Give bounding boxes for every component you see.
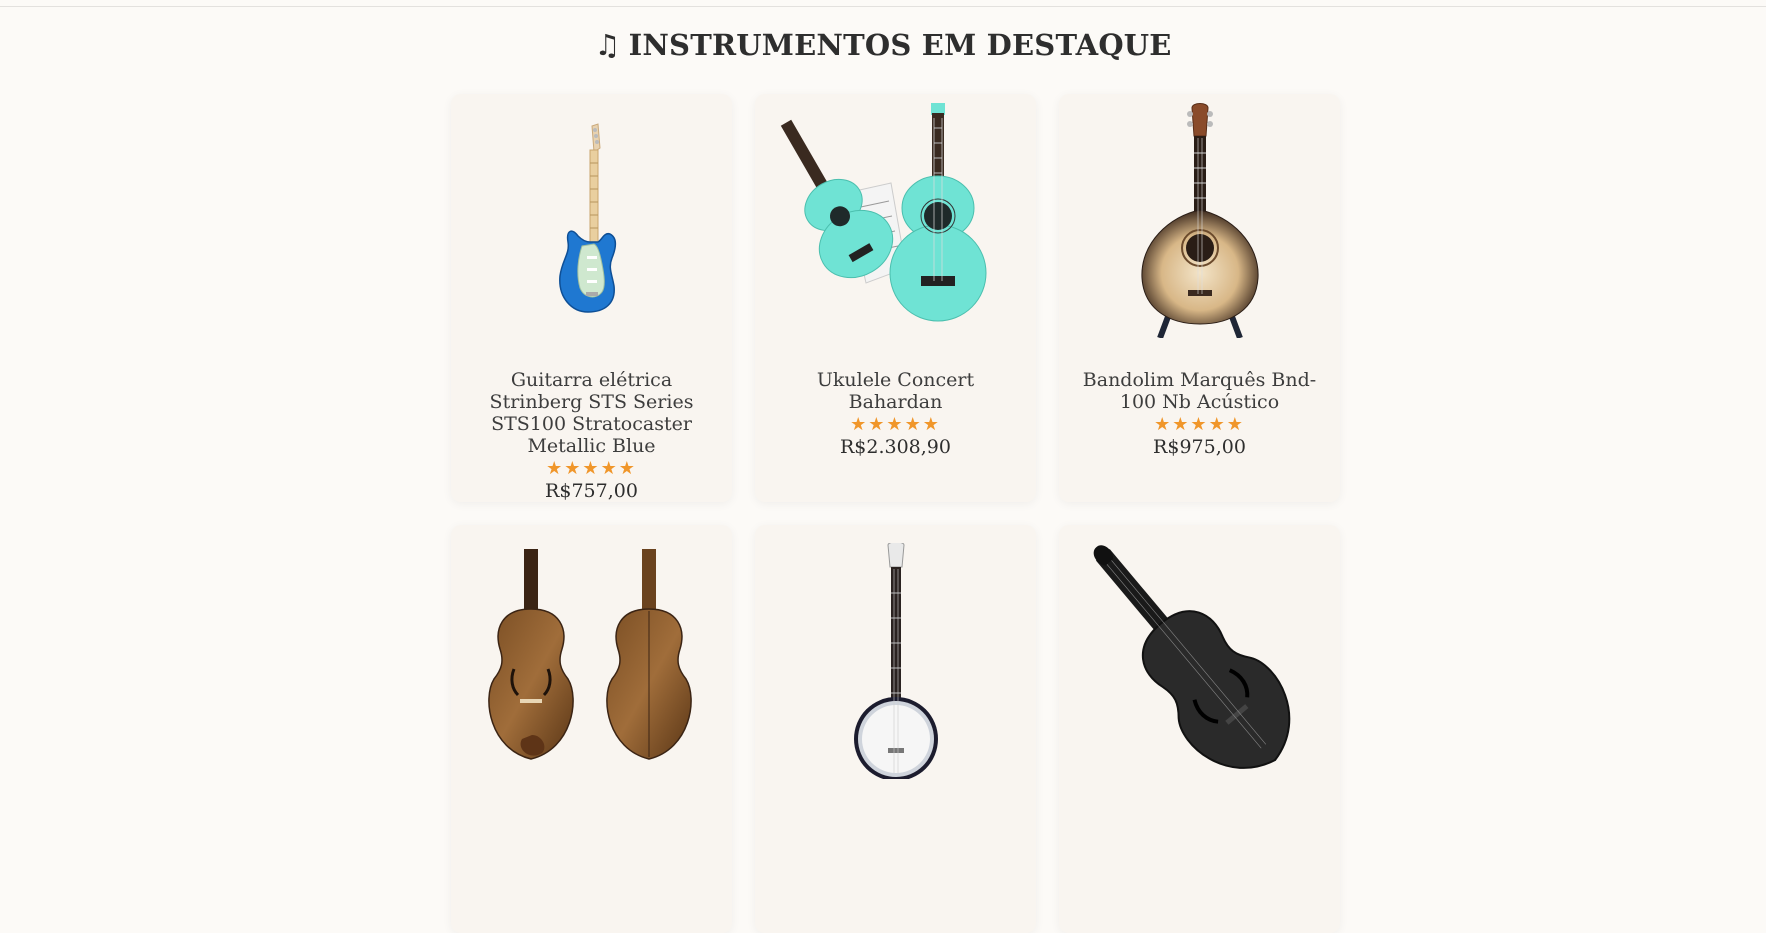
black-violin-image[interactable] — [1059, 525, 1340, 779]
star-rating: ★★★★★ — [1154, 414, 1245, 435]
electric-guitar-image[interactable] — [451, 94, 732, 342]
banjo-image[interactable] — [755, 525, 1036, 779]
product-card[interactable] — [755, 525, 1036, 933]
header-divider — [0, 6, 1766, 7]
ukulele-image[interactable] — [755, 94, 1036, 342]
product-price: R$757,00 — [545, 480, 638, 502]
product-name[interactable]: Bandolim Marquês Bnd-100 Nb Acústico — [1073, 369, 1326, 413]
product-card[interactable]: Guitarra elétrica Strinberg STS Series S… — [451, 94, 732, 502]
section-title-text: INSTRUMENTOS EM DESTAQUE — [628, 28, 1172, 62]
product-grid: Guitarra elétrica Strinberg STS Series S… — [451, 94, 1340, 933]
violin-image[interactable] — [451, 525, 732, 779]
product-card[interactable]: Ukulele Concert Bahardan ★★★★★ R$2.308,9… — [755, 94, 1036, 502]
star-rating: ★★★★★ — [850, 414, 941, 435]
star-rating: ★★★★★ — [546, 458, 637, 479]
product-card[interactable] — [1059, 525, 1340, 933]
mandolin-image[interactable] — [1059, 94, 1340, 342]
music-note-icon: ♫ — [594, 28, 621, 62]
product-name[interactable]: Ukulele Concert Bahardan — [769, 369, 1022, 413]
section-title: ♫ INSTRUMENTOS EM DESTAQUE — [0, 28, 1766, 62]
product-price: R$975,00 — [1153, 436, 1246, 458]
product-name[interactable]: Guitarra elétrica Strinberg STS Series S… — [465, 369, 718, 457]
product-price: R$2.308,90 — [839, 436, 951, 458]
product-card[interactable]: Bandolim Marquês Bnd-100 Nb Acústico ★★★… — [1059, 94, 1340, 502]
product-card[interactable] — [451, 525, 732, 933]
